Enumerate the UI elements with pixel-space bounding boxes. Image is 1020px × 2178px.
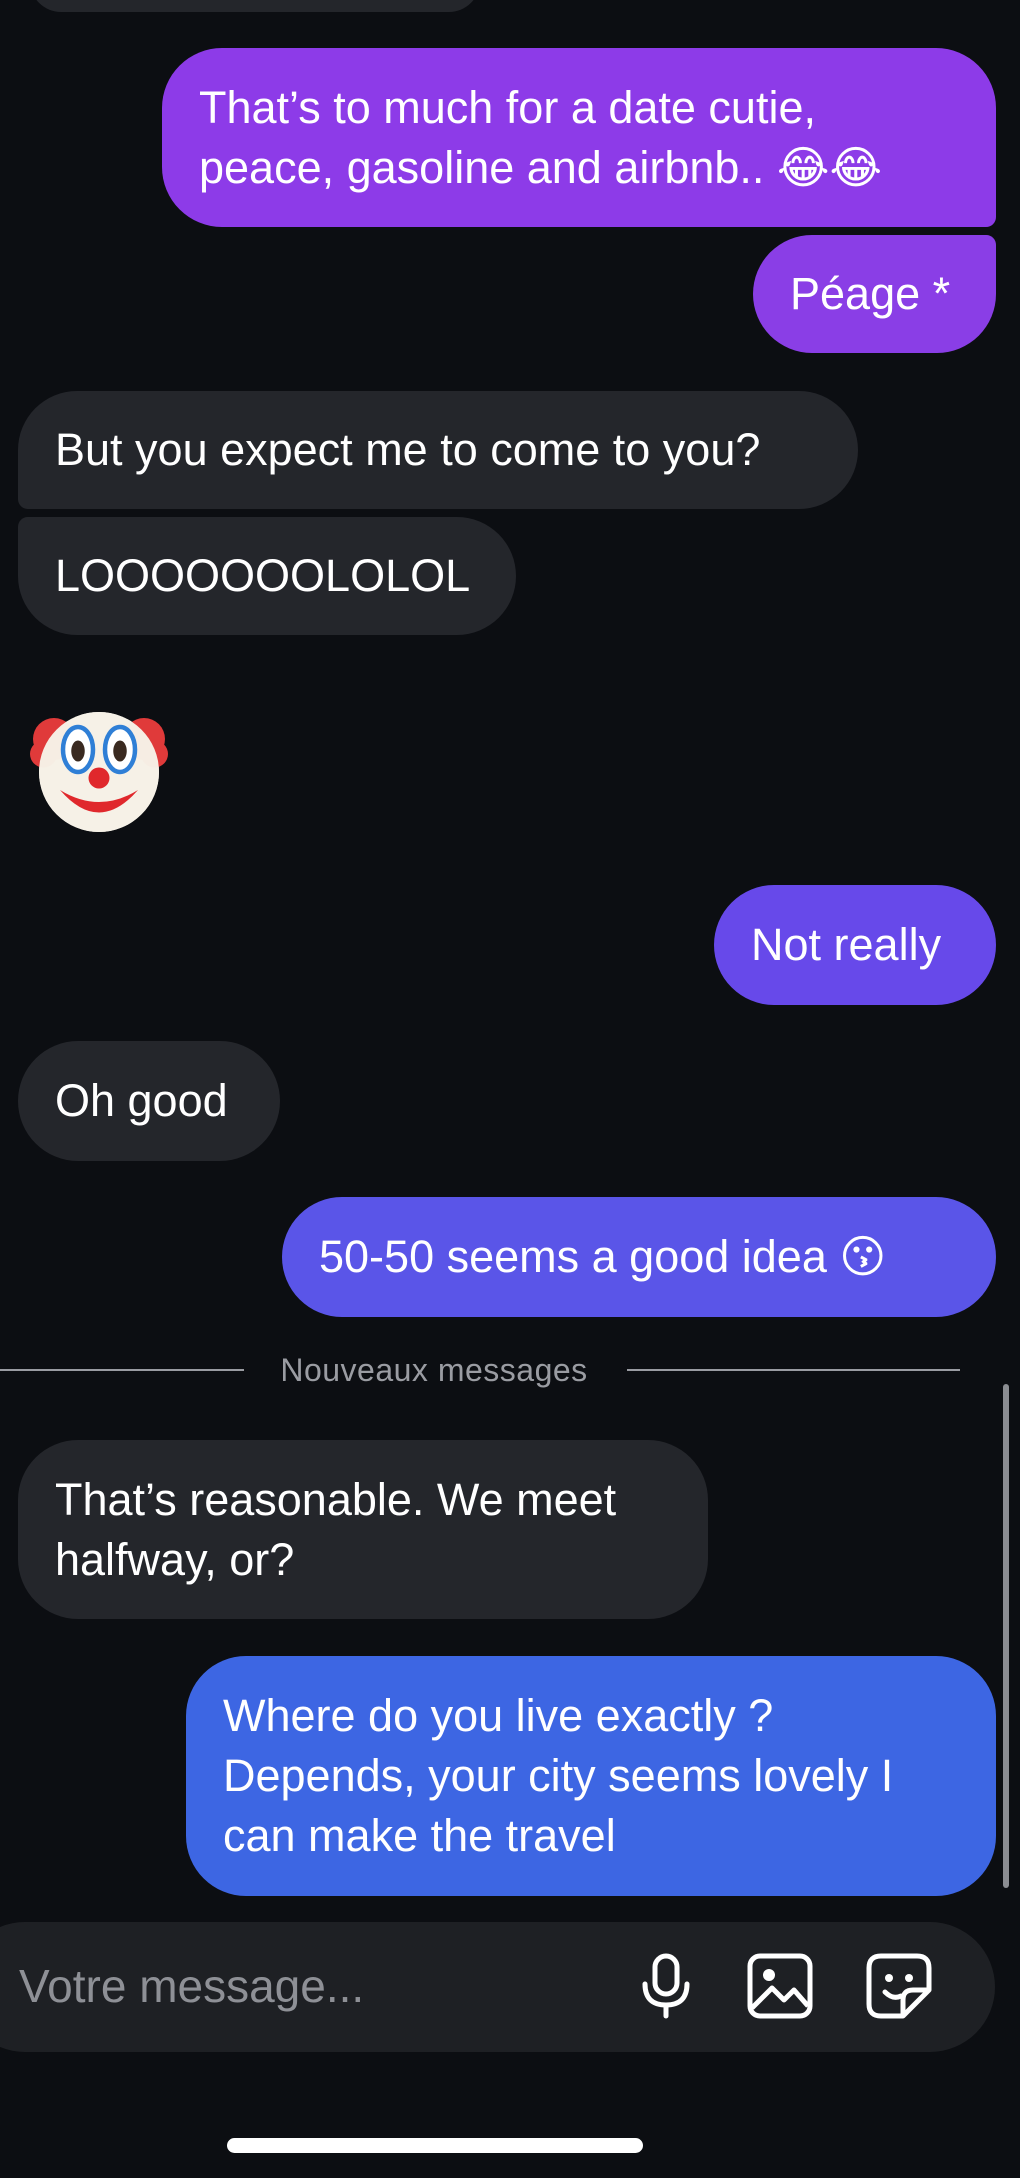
message-bubble-incoming[interactable]: LOOOOOOOLOLOL — [18, 517, 516, 635]
message-bubble-partial — [30, 0, 480, 12]
message-text: But you expect me to come to you? — [55, 424, 761, 475]
message-input[interactable]: Votre message... — [19, 1956, 364, 2016]
message-text: Not really — [751, 919, 942, 970]
message-bubble-incoming[interactable]: That’s reasonable. We meet halfway, or? — [18, 1440, 708, 1619]
message-text: That’s to much for a date cutie, peace, … — [199, 81, 883, 193]
chat-screen: That’s to much for a date cutie, peace, … — [0, 0, 1020, 2178]
message-text: Where do you live exactly ? Depends, you… — [223, 1690, 894, 1861]
new-messages-divider: Nouveaux messages — [280, 1352, 588, 1388]
home-indicator[interactable] — [227, 2138, 643, 2153]
message-bubble-outgoing[interactable]: Not really — [714, 885, 996, 1005]
message-text: LOOOOOOOLOLOL — [55, 550, 471, 601]
message-bubble-outgoing[interactable]: That’s to much for a date cutie, peace, … — [162, 48, 996, 227]
microphone-icon[interactable] — [630, 1950, 702, 2022]
message-bubble-outgoing[interactable]: Péage * — [753, 235, 996, 353]
message-text: 50-50 seems a good idea 😗 — [319, 1231, 887, 1282]
message-text: Péage * — [790, 268, 951, 319]
scrollbar[interactable] — [1003, 1384, 1009, 1888]
message-bubble-incoming[interactable]: But you expect me to come to you? — [18, 391, 858, 509]
image-icon[interactable] — [744, 1950, 816, 2022]
message-text: That’s reasonable. We meet halfway, or? — [55, 1473, 617, 1585]
message-bubble-outgoing[interactable]: 50-50 seems a good idea 😗 — [282, 1197, 996, 1317]
message-bubble-outgoing[interactable]: Where do you live exactly ? Depends, you… — [186, 1656, 996, 1896]
message-bubble-incoming[interactable]: Oh good — [18, 1041, 280, 1161]
message-text: Oh good — [55, 1075, 228, 1126]
divider-line-left — [0, 1369, 244, 1371]
clown-face-emoji[interactable] — [24, 694, 174, 844]
sticker-icon[interactable] — [863, 1950, 935, 2022]
divider-line-right — [627, 1369, 960, 1371]
